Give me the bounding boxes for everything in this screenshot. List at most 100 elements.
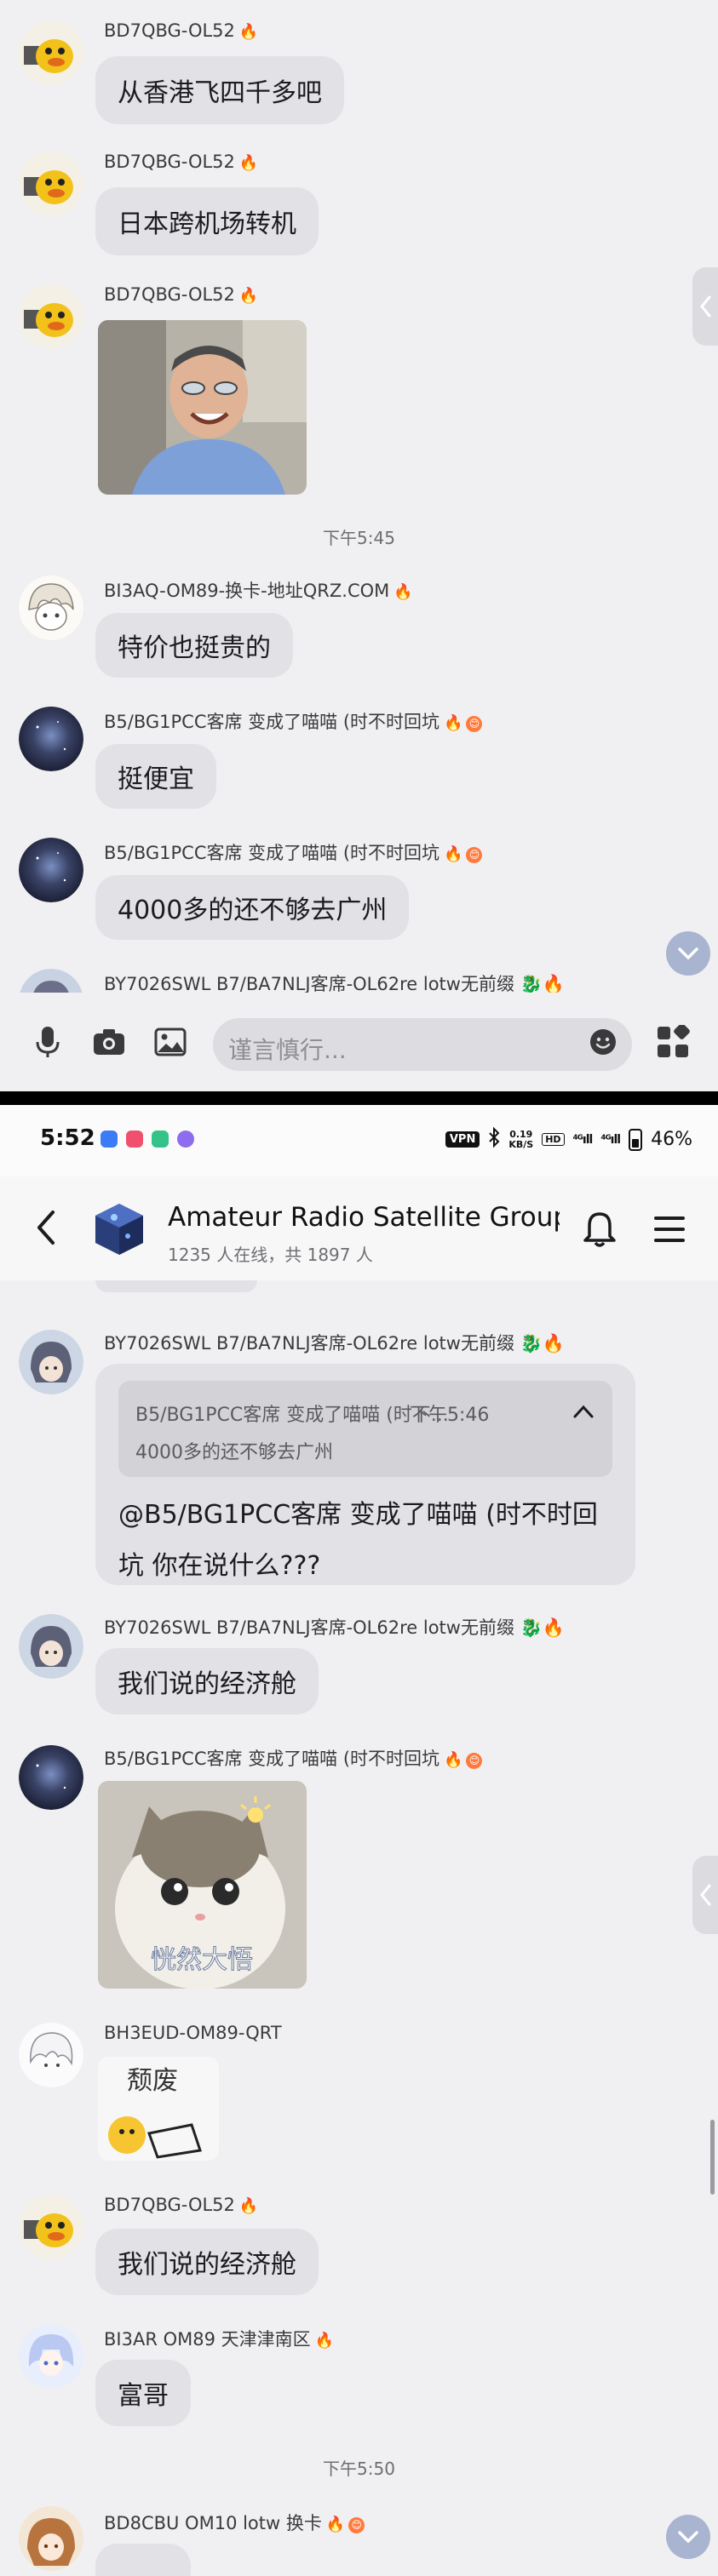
message-text: 富哥 [118, 2381, 169, 2411]
quoted-message[interactable]: B5/BG1PCC客席 变成了喵喵 (时不... 下午5:46 4000多的还不… [118, 1381, 612, 1477]
message-bubble[interactable]: 挺便宜 [95, 744, 216, 809]
message-bubble[interactable]: 富哥 [95, 2360, 191, 2426]
chat-header: Amateur Radio Satellite Group… 1235 人在线，… [0, 1176, 718, 1280]
message-text: 我们说的经济舱 [118, 1669, 296, 1699]
smile-badge-icon: 😊 [466, 1753, 483, 1769]
apps-grid-icon[interactable] [654, 1023, 692, 1061]
sender-name: B5/BG1PCC客席 变成了喵喵 (时不时回坑 🔥 😊 [104, 708, 483, 734]
sender-name: BY7026SWL B7/BA7NLJ客席-OL62re lotw无前缀 🐉🔥 [104, 1617, 565, 1638]
app-notification-icon [152, 1131, 169, 1148]
message-text: 挺便宜 [118, 764, 194, 794]
sender-name: BD8CBU OM10 lotw 换卡 🔥 😊 [104, 2510, 365, 2535]
menu-icon[interactable] [652, 1214, 686, 1245]
flame-icon: 🔥 [238, 2197, 259, 2215]
side-panel-handle[interactable] [692, 267, 718, 346]
smile-badge-icon: 😊 [466, 716, 483, 732]
message-bubble[interactable]: 从香港飞四千多吧 [95, 56, 344, 124]
status-indicators: VPN 0.19 KB/S HD ⁴ᴳıll ⁴ᴳıll 46% [445, 1126, 692, 1152]
message-input-bar: 谨言慎行... [0, 993, 718, 1091]
input-placeholder: 谨言慎行... [228, 1036, 347, 1064]
message-text: 特价也挺贵的 [118, 633, 271, 663]
bluetooth-icon [488, 1126, 500, 1152]
group-title[interactable]: Amateur Radio Satellite Group… [168, 1202, 560, 1233]
sender-name: BY7026SWL B7/BA7NLJ客席-OL62re lotw无前缀 🐉🔥 [104, 1333, 565, 1354]
online-count: 1235 人在线，共 1897 人 [168, 1245, 373, 1265]
flame-icon: 🔥 [238, 23, 259, 41]
camera-icon[interactable] [90, 1023, 128, 1061]
quoted-text: 4000多的还不够去广州 [135, 1442, 333, 1463]
reply-message-bubble[interactable]: B5/BG1PCC客席 变成了喵喵 (时不... 下午5:46 4000多的还不… [95, 1364, 635, 1585]
dragon-flame-icon: 🐉🔥 [520, 1617, 565, 1638]
screenshot-divider [0, 1091, 718, 1105]
hd-badge: HD [542, 1133, 565, 1146]
chevron-left-icon [700, 295, 711, 318]
message-bubble[interactable]: 特价也挺贵的 [95, 613, 293, 678]
message-bubble[interactable]: 我们说的经济舱 [95, 1648, 319, 1714]
galaxy-avatar[interactable] [19, 707, 83, 771]
galaxy-avatar[interactable] [19, 1745, 83, 1810]
anime-sketch-avatar[interactable] [19, 2023, 83, 2087]
sender-name: BH3EUD-OM89-QRT [104, 2023, 282, 2043]
flame-icon: 🔥 [325, 2516, 346, 2533]
duck-avatar[interactable] [19, 20, 83, 85]
timestamp: 下午5:50 [323, 2459, 395, 2479]
anime-girl-avatar[interactable] [19, 1614, 83, 1679]
message-bubble[interactable]: 4000多的还不够去广州 [95, 875, 410, 940]
flame-icon: 🔥 [444, 1751, 463, 1769]
message-bubble[interactable]: 日本跨机场转机 [95, 187, 319, 255]
cat-sticker[interactable]: 恍然大悟 [98, 1781, 307, 1989]
galaxy-avatar[interactable] [19, 838, 83, 902]
sender-name: BD7QBG-OL52 🔥 [104, 284, 259, 305]
anime-girl-avatar[interactable] [19, 1330, 83, 1394]
battery-icon [629, 1128, 643, 1151]
scroll-to-bottom-button[interactable] [666, 931, 710, 976]
flame-icon: 🔥 [238, 287, 259, 305]
smile-badge-icon: 😊 [348, 2517, 365, 2533]
chevron-up-icon[interactable] [573, 1405, 594, 1418]
signal-icon: ⁴ᴳıll [600, 1132, 621, 1147]
message-bubble[interactable]: 我们说的经济舱 [95, 2229, 319, 2295]
microphone-icon[interactable] [29, 1023, 66, 1061]
quoted-time: 下午5:46 [410, 1405, 490, 1426]
network-speed: 0.19 KB/S [508, 1128, 534, 1150]
sender-name: B5/BG1PCC客席 变成了喵喵 (时不时回坑 🔥 😊 [104, 1745, 483, 1771]
message-text: @B5/BG1PCC客席 变成了喵喵 (时不时回坑 你在说什么??? [118, 1500, 598, 1581]
quoted-sender: B5/BG1PCC客席 变成了喵喵 (时不... [135, 1405, 449, 1426]
chevron-left-icon [37, 1211, 55, 1245]
screenshot-page: BD7QBG-OL52 🔥 从香港飞四千多吧 BD7QBG-OL52 🔥 日本跨机场… [0, 0, 718, 2576]
back-button[interactable] [31, 1209, 65, 1246]
chat-panel-top: BD7QBG-OL52 🔥 从香港飞四千多吧 BD7QBG-OL52 🔥 日本跨机场… [0, 0, 718, 1091]
chat-panel-bottom: 5:52 VPN 0.19 KB/S HD ⁴ᴳıll ⁴ᴳıll 46% Am… [0, 1105, 718, 2576]
app-notification-icon [177, 1131, 194, 1148]
duck-avatar[interactable] [19, 152, 83, 216]
timestamp: 下午5:45 [323, 528, 395, 548]
laughing-man-photo[interactable] [98, 320, 307, 495]
flame-icon: 🔥 [238, 154, 259, 172]
message-bubble[interactable]: 富哥 [95, 2544, 191, 2576]
smile-badge-icon: 😊 [466, 847, 483, 863]
side-panel-handle[interactable] [692, 1856, 718, 1934]
slacker-sticker[interactable]: 颓废 [98, 2057, 219, 2161]
flame-icon: 🔥 [393, 583, 413, 601]
vpn-badge: VPN [445, 1131, 480, 1148]
scroll-to-bottom-button[interactable] [666, 2515, 710, 2559]
status-time: 5:52 [40, 1125, 95, 1151]
sender-name: BD7QBG-OL52 🔥 [104, 152, 259, 172]
bell-icon[interactable] [583, 1211, 620, 1248]
emoji-icon[interactable] [584, 1023, 622, 1061]
duck-avatar[interactable] [19, 284, 83, 349]
scrollbar[interactable] [710, 2120, 715, 2195]
dragon-flame-icon: 🐉🔥 [520, 974, 565, 994]
group-avatar[interactable] [89, 1199, 150, 1260]
flame-icon: 🔥 [314, 2332, 335, 2350]
chevron-left-icon [700, 1884, 711, 1906]
gallery-icon[interactable] [152, 1023, 189, 1061]
message-bubble-partial [95, 1280, 257, 1292]
anime-sketch-avatar[interactable] [19, 575, 83, 640]
flame-icon: 🔥 [444, 714, 463, 732]
duck-avatar[interactable] [19, 2195, 83, 2259]
fox-girl-avatar[interactable] [19, 2506, 83, 2571]
anime-angel-avatar[interactable] [19, 2324, 83, 2389]
dragon-flame-icon: 🐉🔥 [520, 1333, 565, 1354]
sender-name: B5/BG1PCC客席 变成了喵喵 (时不时回坑 🔥 😊 [104, 839, 483, 865]
